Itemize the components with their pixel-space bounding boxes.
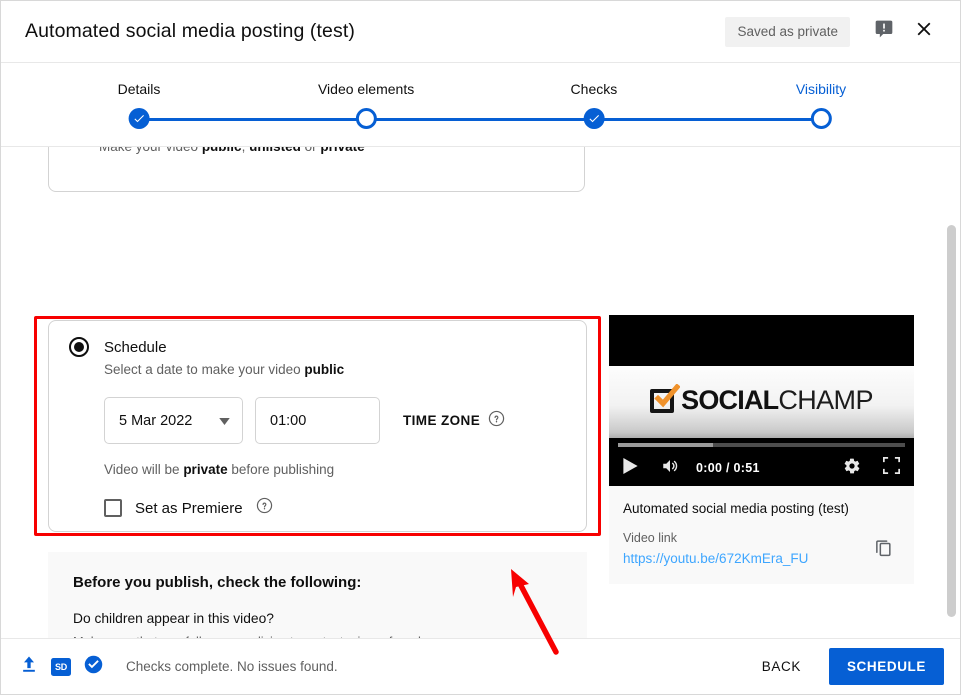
- schedule-subtitle-prefix: Select a date to make your video: [104, 362, 305, 377]
- feedback-button[interactable]: [864, 12, 904, 52]
- footer-status-icons: SD: [19, 654, 104, 680]
- video-progress-bar[interactable]: [618, 443, 905, 447]
- gear-icon: [843, 457, 861, 480]
- schedule-date-value: 5 Mar 2022: [119, 412, 193, 429]
- help-circle-icon[interactable]: [488, 410, 505, 432]
- schedule-time-input[interactable]: 01:00: [255, 397, 380, 444]
- upload-arrow-icon: [19, 654, 39, 679]
- stepper-label-video-elements: Video elements: [317, 81, 415, 97]
- current-time: 0:00: [696, 461, 723, 475]
- status-badge: Saved as private: [725, 16, 850, 47]
- preview-video-title: Automated social media posting (test): [623, 501, 849, 516]
- stepper-step-details[interactable]: Details: [117, 81, 161, 129]
- stepper-dot-current: [810, 108, 832, 129]
- video-player[interactable]: SOCIAL CHAMP 0:00 / 0:51: [609, 315, 914, 486]
- fullscreen-button[interactable]: [883, 457, 900, 479]
- back-button[interactable]: BACK: [746, 649, 817, 684]
- socialchamp-logo: SOCIAL CHAMP: [650, 384, 873, 415]
- check-icon: [134, 115, 144, 123]
- stepper-dot-complete: [128, 108, 150, 129]
- chevron-down-icon: [219, 412, 230, 430]
- play-button[interactable]: [623, 457, 638, 479]
- privacy-note-prefix: Video will be: [104, 462, 184, 477]
- dialog-footer: SD Checks complete. No issues found. BAC…: [1, 638, 960, 694]
- video-quality-badge: SD: [51, 657, 71, 676]
- desc-conjunction: or: [301, 147, 321, 154]
- option-unlisted: unlisted: [249, 147, 301, 154]
- privacy-note-bold: private: [183, 462, 228, 477]
- timezone-label: TIME ZONE: [403, 413, 481, 428]
- video-buffer-fill: [618, 443, 713, 447]
- logo-text-primary: SOCIAL: [681, 384, 779, 415]
- stepper-label-checks: Checks: [570, 81, 618, 97]
- stepper-connector-line: [139, 118, 821, 121]
- upload-dialog: Automated social media posting (test) Sa…: [0, 0, 961, 695]
- close-x-icon: [913, 18, 935, 45]
- privacy-note-suffix: before publishing: [227, 462, 335, 477]
- visibility-option-card-partial[interactable]: Make your video public, unlisted or priv…: [48, 147, 585, 192]
- video-time-display: 0:00 / 0:51: [696, 461, 760, 475]
- video-controls: 0:00 / 0:51: [609, 450, 914, 486]
- dialog-body: Make your video public, unlisted or priv…: [1, 147, 960, 657]
- set-as-premiere-checkbox[interactable]: [104, 499, 122, 517]
- fullscreen-expand-icon: [883, 457, 900, 479]
- close-button[interactable]: [904, 12, 944, 52]
- content-scrollbar-track[interactable]: [946, 147, 957, 657]
- schedule-radio-row[interactable]: Schedule: [69, 337, 566, 357]
- stepper-label-details: Details: [117, 81, 161, 97]
- stepper-step-visibility[interactable]: Visibility: [796, 81, 846, 129]
- schedule-subtitle-bold: public: [304, 362, 345, 377]
- help-circle-icon[interactable]: [256, 497, 273, 519]
- dialog-header: Automated social media posting (test) Sa…: [1, 1, 960, 63]
- set-as-premiere-label: Set as Premiere: [135, 499, 243, 517]
- stepper-dot-incomplete: [355, 108, 377, 129]
- stepper-step-checks[interactable]: Checks: [570, 81, 618, 129]
- option-private: private: [320, 147, 364, 154]
- stepper-step-video-elements[interactable]: Video elements: [318, 81, 414, 129]
- video-duration: 0:51: [733, 461, 760, 475]
- volume-speaker-icon: [660, 457, 680, 480]
- video-thumbnail: SOCIAL CHAMP: [609, 366, 914, 438]
- copy-link-button[interactable]: [866, 533, 900, 567]
- timezone-control[interactable]: TIME ZONE: [403, 410, 505, 432]
- checkbox-check-icon: [650, 384, 681, 414]
- schedule-date-picker[interactable]: 5 Mar 2022: [104, 397, 243, 444]
- schedule-privacy-note: Video will be private before publishing: [104, 460, 566, 480]
- content-scrollbar-thumb[interactable]: [947, 225, 956, 617]
- schedule-fields-row: 5 Mar 2022 01:00 TIME ZONE: [104, 397, 566, 444]
- option-public: public: [202, 147, 242, 154]
- progress-stepper: Details Video elements Checks Visibility: [1, 63, 960, 147]
- video-preview-panel: SOCIAL CHAMP 0:00 / 0:51 Automated socia…: [609, 315, 914, 584]
- feedback-speech-bubble-icon: [874, 19, 894, 44]
- play-triangle-icon: [623, 457, 638, 479]
- schedule-radio-label: Schedule: [104, 338, 167, 356]
- volume-button[interactable]: [660, 457, 680, 480]
- time-separator: /: [722, 461, 734, 475]
- checks-question-children: Do children appear in this video?: [73, 611, 274, 626]
- settings-button[interactable]: [843, 457, 861, 480]
- video-link-label: Video link: [623, 531, 677, 545]
- checks-status-text: Checks complete. No issues found.: [126, 659, 338, 674]
- stepper-dot-complete: [583, 108, 605, 129]
- preview-link-block: Video link https://youtu.be/672KmEra_FU: [609, 518, 914, 584]
- logo-text-secondary: CHAMP: [778, 384, 873, 415]
- visibility-content-column: Make your video public, unlisted or priv…: [34, 147, 601, 657]
- video-link-url[interactable]: https://youtu.be/672KmEra_FU: [623, 551, 808, 566]
- copy-duplicate-icon: [874, 538, 893, 562]
- desc-prefix: Make your video: [99, 147, 202, 154]
- checks-panel-title: Before you publish, check the following:: [73, 574, 362, 591]
- schedule-subtitle: Select a date to make your video public: [104, 360, 566, 380]
- schedule-time-value: 01:00: [270, 412, 307, 429]
- visibility-option-description: Make your video public, unlisted or priv…: [99, 147, 568, 157]
- schedule-card[interactable]: Schedule Select a date to make your vide…: [48, 320, 587, 532]
- stepper-label-visibility: Visibility: [795, 81, 847, 97]
- page-title: Automated social media posting (test): [25, 20, 355, 42]
- schedule-radio-button[interactable]: [69, 337, 89, 357]
- set-as-premiere-row[interactable]: Set as Premiere: [104, 497, 566, 519]
- check-icon: [589, 115, 599, 123]
- desc-comma: ,: [242, 147, 250, 154]
- schedule-button[interactable]: SCHEDULE: [828, 648, 944, 685]
- check-circle-icon: [83, 654, 104, 680]
